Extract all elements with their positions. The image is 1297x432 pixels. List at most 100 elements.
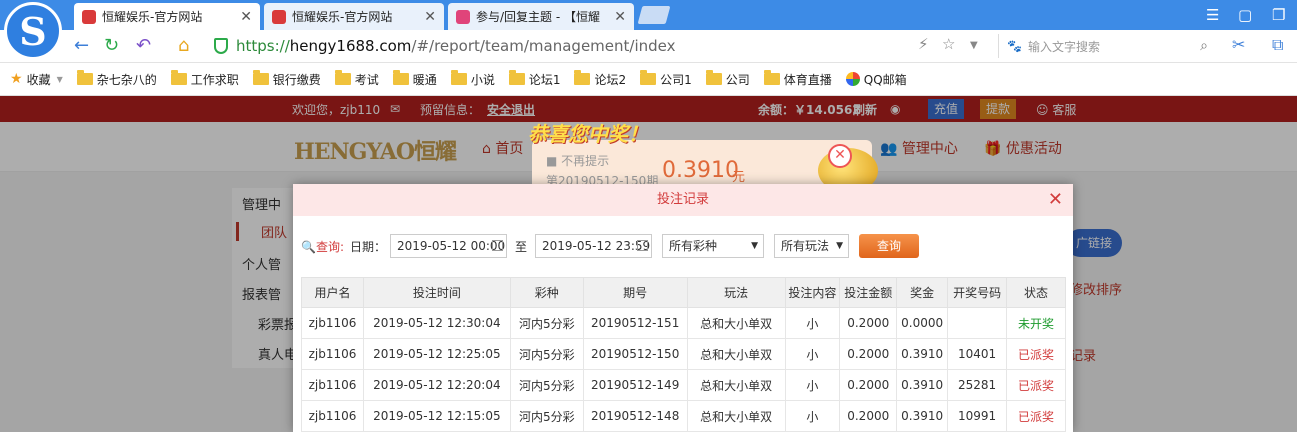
tab-forum-reply[interactable]: 参与/回复主题 - 【恒耀 ✕ xyxy=(448,3,634,30)
bookmark-folder[interactable]: 工作求职 xyxy=(170,70,239,88)
new-tab-button[interactable] xyxy=(637,6,671,24)
cell-lottery: 河内5分彩 xyxy=(509,307,584,339)
table-header-row: 用户名 投注时间 彩种 期号 玩法 投注内容 投注金额 奖金 开奖号码 状态 xyxy=(301,277,1066,308)
url-scheme: https:// xyxy=(236,37,290,55)
tab-close-icon[interactable]: ✕ xyxy=(614,9,626,25)
cell-amount: 0.2000 xyxy=(839,307,898,339)
bookmark-folder[interactable]: 小说 xyxy=(450,70,495,88)
table-row[interactable]: zjb1106 2019-05-12 12:20:04 河内5分彩 201905… xyxy=(301,369,1066,401)
bookmark-label: 公司 xyxy=(725,72,750,87)
bookmark-folder[interactable]: 体育直播 xyxy=(763,70,832,88)
bookmark-folder[interactable]: 银行缴费 xyxy=(252,70,321,88)
skin-icon[interactable]: ▢ xyxy=(1238,6,1252,24)
cell-play: 总和大小单双 xyxy=(686,307,786,339)
cell-draw-number xyxy=(947,307,1008,339)
bookmark-folder[interactable]: 公司1 xyxy=(640,70,692,88)
cell-amount: 0.2000 xyxy=(839,369,898,401)
table-row[interactable]: zjb1106 2019-05-12 12:25:05 河内5分彩 201905… xyxy=(301,338,1066,370)
column-header: 开奖号码 xyxy=(947,277,1008,308)
cell-bet-time: 2019-05-12 12:15:05 xyxy=(362,400,511,432)
translate-icon[interactable]: ⧉ xyxy=(1272,35,1283,55)
bookmark-label: 工作求职 xyxy=(190,72,239,87)
cell-bet-time: 2019-05-12 12:30:04 xyxy=(362,307,511,339)
cell-content: 小 xyxy=(784,369,841,401)
scissors-icon[interactable]: ✂ xyxy=(1232,35,1245,54)
lottery-type-select[interactable]: 所有彩种 ▼ xyxy=(662,234,765,258)
cell-amount: 0.2000 xyxy=(839,338,898,370)
prize-close-icon[interactable]: ✕ xyxy=(828,144,852,168)
table-row[interactable]: zjb1106 2019-05-12 12:15:05 河内5分彩 201905… xyxy=(301,400,1066,432)
bookmark-folder[interactable]: 公司 xyxy=(705,70,750,88)
column-header: 用户名 xyxy=(301,277,364,308)
window-restore-icon[interactable]: ❐ xyxy=(1272,6,1285,24)
column-header: 期号 xyxy=(582,277,688,308)
star-icon: ★ xyxy=(10,71,23,87)
tab-title: 参与/回复主题 - 【恒耀 xyxy=(476,10,601,24)
search-box[interactable]: 🐾 输入文字搜索 ⌕ xyxy=(998,34,1214,58)
back-icon[interactable]: ← xyxy=(74,35,89,56)
no-remind-label: 不再提示 xyxy=(561,154,610,168)
table-row[interactable]: zjb1106 2019-05-12 12:30:04 河内5分彩 201905… xyxy=(301,307,1066,339)
modal-close-icon[interactable]: ✕ xyxy=(1048,184,1063,216)
bookmark-folder[interactable]: 论坛2 xyxy=(574,70,626,88)
refresh-icon[interactable]: ↻ xyxy=(104,35,119,56)
bookmark-label: QQ邮箱 xyxy=(863,72,907,87)
cell-issue: 20190512-149 xyxy=(582,369,688,401)
paw-icon: 🐾 xyxy=(1007,39,1022,53)
cell-lottery: 河内5分彩 xyxy=(509,369,584,401)
folder-icon xyxy=(170,70,187,85)
date-from-input[interactable]: 2019-05-12 00:00 xyxy=(390,234,508,258)
cell-draw-number: 25281 xyxy=(947,369,1008,401)
date-label: 日期： xyxy=(350,239,387,254)
tab-hengyao-1[interactable]: 恒耀娱乐-官方网站 ✕ xyxy=(74,3,260,30)
tab-close-icon[interactable]: ✕ xyxy=(240,9,252,25)
chevron-down-icon: ▼ xyxy=(751,241,759,251)
tab-hengyao-2[interactable]: 恒耀娱乐-官方网站 ✕ xyxy=(264,3,444,30)
calendar-icon[interactable] xyxy=(637,240,649,251)
cell-draw-number: 10401 xyxy=(947,338,1008,370)
bookmark-label: 收藏 xyxy=(26,72,51,87)
bookmark-star-icon[interactable]: ☆ xyxy=(942,35,955,53)
cell-username: zjb1106 xyxy=(301,338,364,370)
cell-status: 已派奖 xyxy=(1006,338,1066,370)
secure-shield-icon xyxy=(214,38,228,54)
query-bar: 🔍查询: 日期： 2019-05-12 00:00 至 2019-05-12 2… xyxy=(301,233,920,259)
menu-icon[interactable]: ☰ xyxy=(1206,6,1219,24)
home-icon[interactable]: ⌂ xyxy=(178,35,189,56)
cell-prize: 0.3910 xyxy=(896,369,949,401)
play-type-select[interactable]: 所有玩法 ▼ xyxy=(774,234,850,258)
site-favicon-icon xyxy=(272,9,286,24)
cell-play: 总和大小单双 xyxy=(686,400,786,432)
bookmark-folder[interactable]: 暖通 xyxy=(392,70,437,88)
search-placeholder: 输入文字搜索 xyxy=(1027,39,1100,54)
cell-username: zjb1106 xyxy=(301,307,364,339)
cell-play: 总和大小单双 xyxy=(686,369,786,401)
date-to-input[interactable]: 2019-05-12 23:59 xyxy=(535,234,653,258)
tab-title: 恒耀娱乐-官方网站 xyxy=(102,10,203,24)
column-header: 状态 xyxy=(1006,277,1066,308)
undo-icon[interactable]: ↶ xyxy=(136,35,151,56)
tab-close-icon[interactable]: ✕ xyxy=(424,9,436,25)
modal-header: 投注记录 ✕ xyxy=(293,184,1073,216)
cell-issue: 20190512-150 xyxy=(582,338,688,370)
bookmark-folder[interactable]: 考试 xyxy=(334,70,379,88)
lottery-select-value: 所有彩种 xyxy=(669,239,718,253)
lightning-icon[interactable]: ⚡ xyxy=(918,35,929,53)
query-button[interactable]: 查询 xyxy=(859,234,920,258)
bookmark-label: 体育直播 xyxy=(783,72,832,87)
address-bar[interactable]: https://hengy1688.com/#/report/team/mana… xyxy=(214,34,994,58)
bookmark-qq-mail[interactable]: QQ邮箱 xyxy=(845,71,907,88)
bookmark-label: 小说 xyxy=(470,72,495,87)
prize-banner: 恭喜您中奖！ xyxy=(528,122,648,146)
cell-bet-time: 2019-05-12 12:20:04 xyxy=(362,369,511,401)
bookmark-folder[interactable]: 论坛1 xyxy=(508,70,560,88)
prize-amount: 0.3910 xyxy=(662,158,739,183)
bookmark-favorites[interactable]: ★ 收藏 ▼ xyxy=(10,71,63,88)
search-icon[interactable]: ⌕ xyxy=(1200,38,1208,54)
cell-content: 小 xyxy=(784,400,841,432)
dropdown-icon[interactable]: ▼ xyxy=(970,40,978,51)
no-remind-checkbox[interactable]: ■ 不再提示 xyxy=(546,152,609,169)
calendar-icon[interactable] xyxy=(492,240,504,251)
bookmark-folder[interactable]: 杂七杂八的 xyxy=(76,70,157,88)
cell-content: 小 xyxy=(784,338,841,370)
